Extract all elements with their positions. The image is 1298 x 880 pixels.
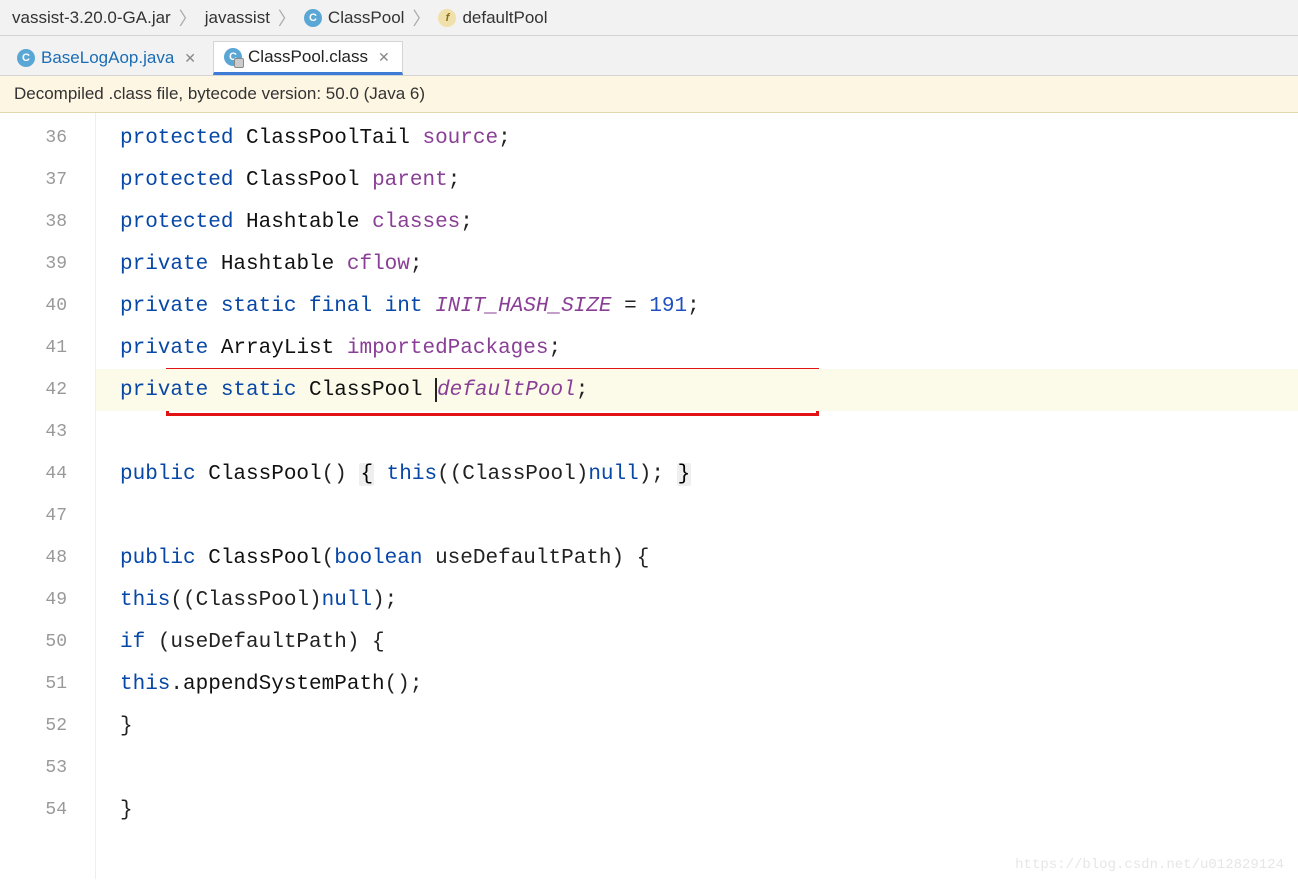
code-line[interactable]: public ClassPool(boolean useDefaultPath)… bbox=[96, 537, 1298, 579]
line-number: 42 bbox=[0, 369, 95, 411]
close-icon[interactable]: ✕ bbox=[182, 50, 198, 67]
code-line[interactable]: private Hashtable cflow; bbox=[96, 243, 1298, 285]
code-line-current[interactable]: private static ClassPool defaultPool; bbox=[96, 369, 1298, 411]
line-number: 36 bbox=[0, 117, 95, 159]
line-number: 49 bbox=[0, 579, 95, 621]
code-area[interactable]: protected ClassPoolTail source; protecte… bbox=[96, 113, 1298, 879]
line-number: 52 bbox=[0, 705, 95, 747]
tab-baselogaop[interactable]: BaseLogAop.java ✕ bbox=[6, 41, 209, 75]
line-number: 54 bbox=[0, 789, 95, 831]
code-line[interactable] bbox=[96, 495, 1298, 537]
breadcrumb-jar-label: vassist-3.20.0-GA.jar bbox=[12, 8, 171, 28]
class-icon bbox=[304, 9, 322, 27]
line-number: 41 bbox=[0, 327, 95, 369]
class-icon bbox=[17, 49, 35, 67]
line-number: 37 bbox=[0, 159, 95, 201]
line-number: 53 bbox=[0, 747, 95, 789]
line-number: 43 bbox=[0, 411, 95, 453]
code-line[interactable]: } bbox=[96, 789, 1298, 831]
breadcrumb-jar[interactable]: vassist-3.20.0-GA.jar bbox=[6, 8, 177, 28]
code-line[interactable]: public ClassPool() { this((ClassPool)nul… bbox=[96, 453, 1298, 495]
code-line[interactable]: } bbox=[96, 705, 1298, 747]
breadcrumb-class[interactable]: ClassPool bbox=[298, 8, 411, 28]
chevron-right-icon: 〉 bbox=[278, 5, 296, 31]
breadcrumb-package-label: javassist bbox=[205, 8, 270, 28]
editor-tabs: BaseLogAop.java ✕ ClassPool.class ✕ bbox=[0, 36, 1298, 76]
breadcrumb-member[interactable]: defaultPool bbox=[432, 8, 553, 28]
breadcrumb-class-label: ClassPool bbox=[328, 8, 405, 28]
editor[interactable]: 36 37 38 39 40 41 42 43 44 47 48 49 50 5… bbox=[0, 113, 1298, 879]
line-number: 51 bbox=[0, 663, 95, 705]
tab-label: BaseLogAop.java bbox=[41, 48, 174, 68]
line-number: 48 bbox=[0, 537, 95, 579]
code-line[interactable]: protected ClassPoolTail source; bbox=[96, 117, 1298, 159]
watermark: https://blog.csdn.net/u012829124 bbox=[1015, 857, 1284, 873]
code-line[interactable]: this.appendSystemPath(); bbox=[96, 663, 1298, 705]
tab-label: ClassPool.class bbox=[248, 47, 368, 67]
breadcrumb-package[interactable]: javassist bbox=[199, 8, 276, 28]
breadcrumb-member-label: defaultPool bbox=[462, 8, 547, 28]
close-icon[interactable]: ✕ bbox=[376, 49, 392, 66]
line-number: 38 bbox=[0, 201, 95, 243]
code-line[interactable]: private static final int INIT_HASH_SIZE … bbox=[96, 285, 1298, 327]
code-line[interactable]: if (useDefaultPath) { bbox=[96, 621, 1298, 663]
breadcrumb-bar: vassist-3.20.0-GA.jar 〉 javassist 〉 Clas… bbox=[0, 0, 1298, 36]
chevron-right-icon: 〉 bbox=[179, 5, 197, 31]
line-number: 47 bbox=[0, 495, 95, 537]
decompiled-banner: Decompiled .class file, bytecode version… bbox=[0, 76, 1298, 113]
line-number: 50 bbox=[0, 621, 95, 663]
line-number: 39 bbox=[0, 243, 95, 285]
field-icon bbox=[438, 9, 456, 27]
code-line[interactable]: this((ClassPool)null); bbox=[96, 579, 1298, 621]
banner-text: Decompiled .class file, bytecode version… bbox=[14, 84, 425, 103]
line-number: 40 bbox=[0, 285, 95, 327]
code-line[interactable] bbox=[96, 411, 1298, 453]
class-icon bbox=[224, 48, 242, 66]
chevron-right-icon: 〉 bbox=[412, 5, 430, 31]
code-line[interactable]: protected Hashtable classes; bbox=[96, 201, 1298, 243]
line-number: 44 bbox=[0, 453, 95, 495]
gutter: 36 37 38 39 40 41 42 43 44 47 48 49 50 5… bbox=[0, 113, 96, 879]
tab-classpool[interactable]: ClassPool.class ✕ bbox=[213, 41, 403, 75]
code-line[interactable] bbox=[96, 747, 1298, 789]
code-line[interactable]: private ArrayList importedPackages; bbox=[96, 327, 1298, 369]
code-line[interactable]: protected ClassPool parent; bbox=[96, 159, 1298, 201]
